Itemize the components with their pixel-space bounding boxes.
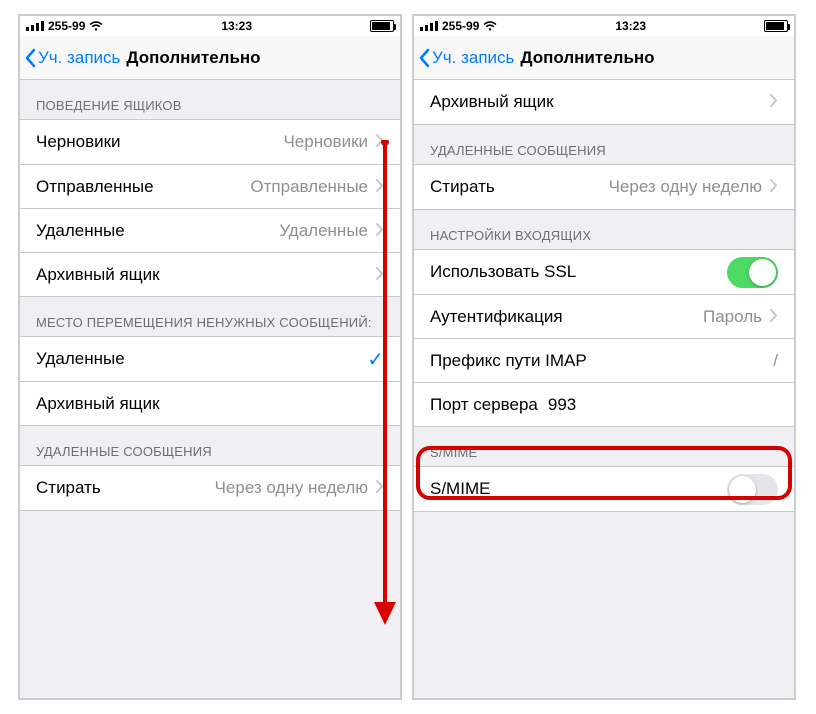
wifi-icon <box>89 21 103 31</box>
sent-label: Отправленные <box>36 177 250 197</box>
group-smime: S/MIME <box>414 466 794 512</box>
settings-content: Архивный ящик УДАЛЕННЫЕ СООБЩЕНИЯ Стират… <box>414 80 794 512</box>
settings-content: ПОВЕДЕНИЕ ЯЩИКОВ Черновики Черновики Отп… <box>20 80 400 511</box>
chevron-right-icon <box>376 177 384 197</box>
drafts-value: Черновики <box>283 132 368 152</box>
group-incoming-settings: Использовать SSL Аутентификация Пароль П… <box>414 249 794 427</box>
phone-right: 255-99 13:23 Уч. запись Дополнительно Ар… <box>412 14 796 700</box>
group-archive-partial: Архивный ящик <box>414 80 794 125</box>
signal-icon <box>26 21 44 31</box>
row-drafts[interactable]: Черновики Черновики <box>20 120 400 164</box>
ssl-label: Использовать SSL <box>430 262 727 282</box>
sent-value: Отправленные <box>250 177 368 197</box>
auth-value: Пароль <box>703 307 762 327</box>
chevron-right-icon <box>770 307 778 327</box>
auth-label: Аутентификация <box>430 307 703 327</box>
chevron-right-icon <box>376 265 384 285</box>
drafts-label: Черновики <box>36 132 283 152</box>
archive-label: Архивный ящик <box>430 92 770 112</box>
nav-bar: Уч. запись Дополнительно <box>20 36 400 80</box>
chevron-right-icon <box>376 132 384 152</box>
erase-label: Стирать <box>36 478 215 498</box>
chevron-right-icon <box>770 92 778 112</box>
group-mailbox-behaviors: Черновики Черновики Отправленные Отправл… <box>20 119 400 297</box>
row-opt-archive[interactable]: Архивный ящик <box>20 381 400 425</box>
carrier-label: 255-99 <box>442 19 479 33</box>
chevron-right-icon <box>770 177 778 197</box>
row-sent[interactable]: Отправленные Отправленные <box>20 164 400 208</box>
deleted-value: Удаленные <box>279 221 368 241</box>
back-button[interactable]: Уч. запись <box>20 48 120 68</box>
row-use-ssl[interactable]: Использовать SSL <box>414 250 794 294</box>
wifi-icon <box>483 21 497 31</box>
row-smime[interactable]: S/MIME <box>414 467 794 511</box>
chevron-right-icon <box>376 478 384 498</box>
section-move-discarded: МЕСТО ПЕРЕМЕЩЕНИЯ НЕНУЖНЫХ СООБЩЕНИЙ: <box>20 297 400 336</box>
row-erase[interactable]: Стирать Через одну неделю <box>20 466 400 510</box>
carrier-label: 255-99 <box>48 19 85 33</box>
group-deleted-messages: Стирать Через одну неделю <box>414 164 794 210</box>
row-opt-deleted[interactable]: Удаленные ✓ <box>20 337 400 381</box>
smime-label: S/MIME <box>430 479 727 499</box>
section-deleted-messages: УДАЛЕННЫЕ СООБЩЕНИЯ <box>414 125 794 164</box>
row-erase[interactable]: Стирать Через одну неделю <box>414 165 794 209</box>
group-deleted-messages: Стирать Через одну неделю <box>20 465 400 511</box>
status-bar: 255-99 13:23 <box>414 16 794 36</box>
row-deleted[interactable]: Удаленные Удаленные <box>20 208 400 252</box>
server-port-value: 993 <box>548 395 576 415</box>
status-bar: 255-99 13:23 <box>20 16 400 36</box>
back-label: Уч. запись <box>432 48 514 68</box>
opt-deleted-label: Удаленные <box>36 349 367 369</box>
checkmark-icon: ✓ <box>367 347 384 372</box>
row-imap-prefix[interactable]: Префикс пути IMAP / <box>414 338 794 382</box>
ssl-toggle[interactable] <box>727 257 778 288</box>
back-button[interactable]: Уч. запись <box>414 48 514 68</box>
section-incoming-settings: НАСТРОЙКИ ВХОДЯЩИХ <box>414 210 794 249</box>
section-deleted-messages: УДАЛЕННЫЕ СООБЩЕНИЯ <box>20 426 400 465</box>
chevron-right-icon <box>376 221 384 241</box>
row-archive[interactable]: Архивный ящик <box>20 252 400 296</box>
chevron-left-icon <box>24 48 36 68</box>
nav-title: Дополнительно <box>126 48 260 68</box>
phone-left: 255-99 13:23 Уч. запись Дополнительно ПО… <box>18 14 402 700</box>
section-mailbox-behaviors: ПОВЕДЕНИЕ ЯЩИКОВ <box>20 80 400 119</box>
section-smime: S/MIME <box>414 427 794 466</box>
imap-prefix-label: Префикс пути IMAP <box>430 351 767 371</box>
status-time: 13:23 <box>615 19 646 33</box>
server-port-label: Порт сервера <box>430 395 538 415</box>
row-archive[interactable]: Архивный ящик <box>414 80 794 124</box>
imap-prefix-value: / <box>773 351 778 371</box>
archive-label: Архивный ящик <box>36 265 376 285</box>
nav-title: Дополнительно <box>520 48 654 68</box>
back-label: Уч. запись <box>38 48 120 68</box>
smime-toggle[interactable] <box>727 474 778 505</box>
opt-archive-label: Архивный ящик <box>36 394 384 414</box>
battery-icon <box>764 20 788 32</box>
status-time: 13:23 <box>221 19 252 33</box>
chevron-left-icon <box>418 48 430 68</box>
erase-value: Через одну неделю <box>215 478 368 498</box>
row-authentication[interactable]: Аутентификация Пароль <box>414 294 794 338</box>
row-server-port[interactable]: Порт сервера 993 <box>414 382 794 426</box>
battery-icon <box>370 20 394 32</box>
erase-label: Стирать <box>430 177 609 197</box>
deleted-label: Удаленные <box>36 221 279 241</box>
erase-value: Через одну неделю <box>609 177 762 197</box>
signal-icon <box>420 21 438 31</box>
group-move-discarded: Удаленные ✓ Архивный ящик <box>20 336 400 426</box>
nav-bar: Уч. запись Дополнительно <box>414 36 794 80</box>
